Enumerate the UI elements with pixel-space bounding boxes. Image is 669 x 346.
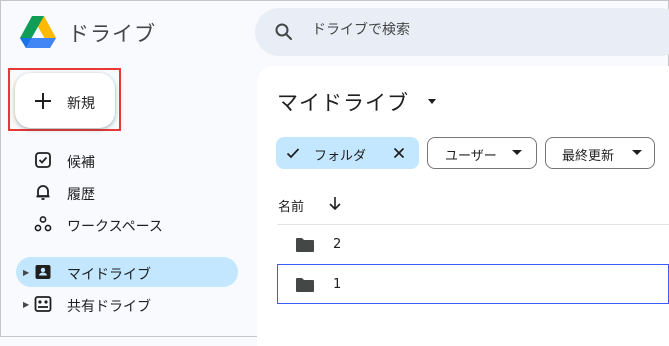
folder-icon <box>296 278 314 292</box>
filter-chip-label: ユーザー <box>445 149 497 164</box>
close-icon[interactable] <box>393 147 405 159</box>
column-header-name[interactable]: 名前 <box>278 196 304 215</box>
expand-caret-icon[interactable]: ▶ <box>23 300 29 309</box>
chevron-down-icon <box>512 150 522 155</box>
sidebar-item-label: 候補 <box>67 155 95 171</box>
sidebar-item-label: マイドライブ <box>67 267 151 283</box>
expand-caret-icon[interactable]: ▶ <box>23 268 29 277</box>
sidebar-item-label: 共有ドライブ <box>67 299 151 315</box>
new-button[interactable] <box>15 73 115 128</box>
filter-chip-label: 最終更新 <box>562 149 615 164</box>
page-title[interactable]: マイドライブ <box>277 87 409 117</box>
suggested-icon <box>35 152 51 168</box>
arrow-down-icon[interactable] <box>327 195 343 211</box>
check-icon <box>286 148 300 159</box>
workspaces-icon <box>34 216 52 232</box>
shared-drives-icon <box>34 296 52 312</box>
sidebar-item-label: ワークスペース <box>67 219 163 235</box>
chevron-down-icon[interactable] <box>426 96 438 106</box>
plus-icon <box>35 93 51 109</box>
folder-icon <box>296 238 314 252</box>
sidebar-item-label: 履歴 <box>67 187 95 203</box>
chevron-down-icon <box>632 150 642 155</box>
app-title: ドライブ <box>68 22 156 46</box>
bell-icon <box>36 185 50 200</box>
search-input[interactable] <box>312 22 642 38</box>
row-name: 2 <box>333 237 342 252</box>
row-name: 1 <box>333 277 342 292</box>
new-button-label: 新規 <box>67 96 95 112</box>
my-drive-icon <box>35 265 51 279</box>
search-icon[interactable] <box>274 22 294 42</box>
drive-logo-icon[interactable] <box>18 14 58 50</box>
filter-chip-label: フォルダ <box>314 149 367 164</box>
